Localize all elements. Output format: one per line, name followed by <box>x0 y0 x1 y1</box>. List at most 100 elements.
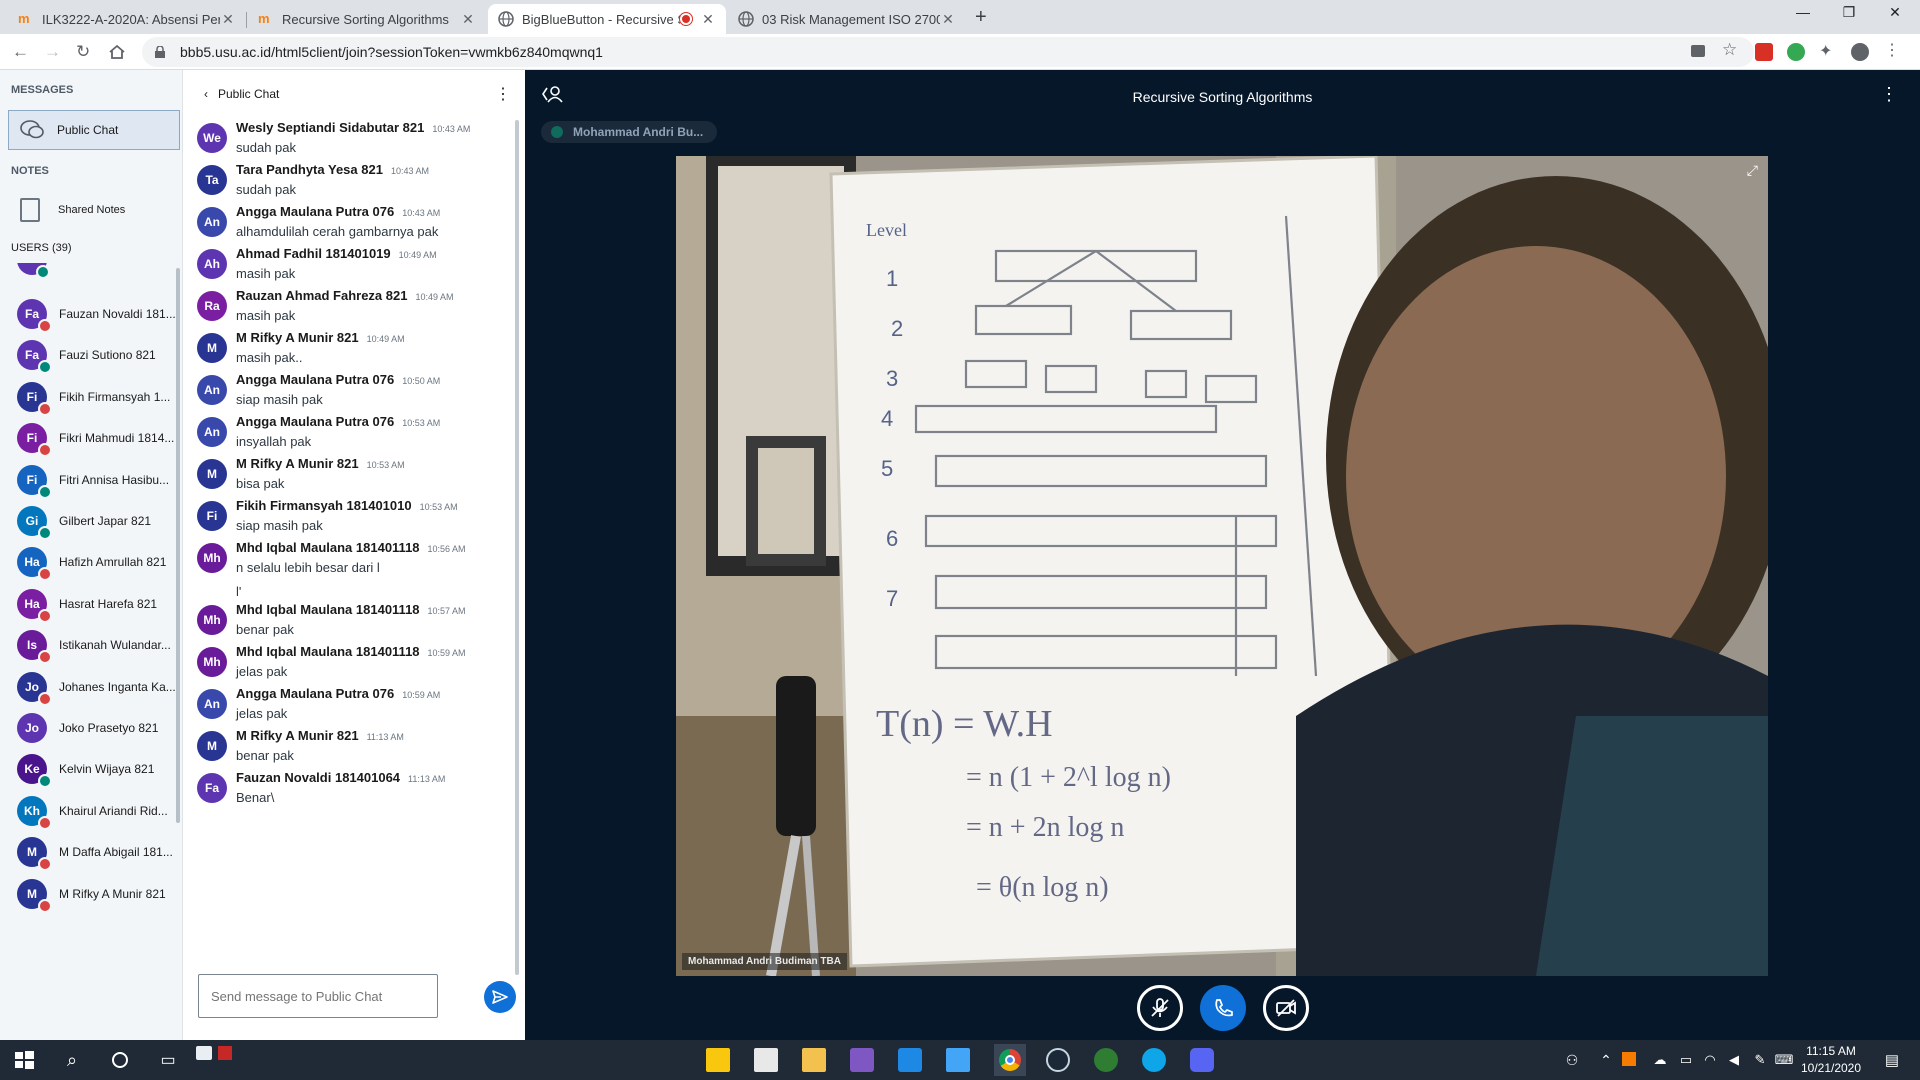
avatar: Fa <box>197 773 227 803</box>
chat-title[interactable]: Public Chat <box>218 87 279 101</box>
public-chat-item[interactable]: Public Chat <box>8 110 180 150</box>
search-icon[interactable]: ⌕ <box>60 1048 84 1072</box>
message-author: Rauzan Ahmad Fahreza 821 <box>236 288 408 303</box>
avatar: Ha <box>17 588 52 623</box>
chevron-left-icon[interactable]: ‹ <box>204 87 208 101</box>
user-list-item[interactable]: M M Daffa Abigail 181... <box>0 831 178 873</box>
pinned-app-icon[interactable] <box>218 1046 232 1060</box>
listen-badge-icon <box>36 265 50 279</box>
browser-tab-1[interactable]: m ILK3222-A-2020A: Absensi Pertem ✕ <box>8 4 246 34</box>
volume-icon[interactable]: ◀ <box>1722 1048 1746 1072</box>
browser-menu-icon[interactable]: ⋮ <box>1883 40 1901 59</box>
chrome-taskbar-active[interactable] <box>994 1044 1026 1076</box>
tray-cloud-icon[interactable]: ☁ <box>1648 1048 1672 1072</box>
visual-studio-icon[interactable] <box>850 1048 874 1072</box>
user-list-item[interactable]: Is Istikanah Wulandar... <box>0 624 178 666</box>
mute-button[interactable] <box>1137 985 1183 1031</box>
system-clock[interactable]: 11:15 AM 10/21/2020 <box>1796 1043 1866 1077</box>
avatar: M <box>197 459 227 489</box>
audio-button[interactable] <box>1200 985 1246 1031</box>
avatar-initials: M <box>207 341 217 355</box>
presenter-tag[interactable]: Mohammad Andri Bu... <box>541 121 717 143</box>
forward-icon[interactable]: → <box>44 42 61 62</box>
tray-app-icon[interactable] <box>1622 1052 1636 1066</box>
reload-icon[interactable]: ↻ <box>76 42 90 62</box>
video-button[interactable] <box>1263 985 1309 1031</box>
webcam-video[interactable]: Level 1 2 3 4 5 6 7 T(n) = W.H = n (1 + … <box>676 156 1768 976</box>
extension-green-icon[interactable] <box>1787 43 1805 61</box>
pinned-app-icon[interactable] <box>196 1046 212 1060</box>
browser-tab-4[interactable]: 03 Risk Management ISO 27001 ✕ <box>728 4 966 34</box>
message-text: sudah pak <box>236 182 296 197</box>
profile-avatar-icon[interactable] <box>1851 43 1869 61</box>
user-list-item[interactable]: Jo Joko Prasetyo 821 <box>0 707 178 749</box>
camera-icon[interactable] <box>1691 45 1705 57</box>
user-list-item[interactable]: Ke Kelvin Wijaya 821 <box>0 748 178 790</box>
tray-chevron-up-icon[interactable]: ⌃ <box>1594 1048 1618 1072</box>
message-time: 10:59 AM <box>427 648 466 658</box>
url-bar[interactable]: bbb5.usu.ac.id/html5client/join?sessionT… <box>142 37 1754 67</box>
avatar: Fa <box>17 340 52 375</box>
new-tab-button[interactable]: + <box>975 6 987 29</box>
user-list-item[interactable]: Gi Gilbert Japar 821 <box>0 500 178 542</box>
edge-icon[interactable] <box>1142 1048 1166 1072</box>
user-list-item[interactable]: Fi Fikih Firmansyah 1... <box>0 376 178 418</box>
keyboard-icon[interactable]: ⌨ <box>1772 1048 1796 1072</box>
wifi-icon[interactable]: ◠ <box>1698 1048 1722 1072</box>
store-icon[interactable] <box>754 1048 778 1072</box>
extensions-puzzle-icon[interactable]: ✦ <box>1819 41 1837 60</box>
minimize-button[interactable]: — <box>1780 4 1826 20</box>
battery-icon[interactable]: ▭ <box>1674 1048 1698 1072</box>
close-tab-icon[interactable]: ✕ <box>220 11 236 28</box>
people-icon[interactable]: ⚇ <box>1560 1048 1584 1072</box>
chat-options-icon[interactable]: ⋮ <box>495 84 511 104</box>
file-explorer-icon[interactable] <box>802 1048 826 1072</box>
windows-start-icon[interactable] <box>12 1048 36 1072</box>
user-list-item[interactable]: M M Rifky A Munir 821 <box>0 873 178 915</box>
sticky-notes-icon[interactable] <box>706 1048 730 1072</box>
mail-icon[interactable] <box>946 1048 970 1072</box>
steam-icon[interactable] <box>1046 1048 1070 1072</box>
user-list-item[interactable]: Jo Johanes Inganta Ka... <box>0 666 178 708</box>
close-window-button[interactable]: ✕ <box>1872 4 1918 21</box>
user-list-item[interactable]: Fi Fikri Mahmudi 1814... <box>0 417 178 459</box>
pinned-app-green-icon[interactable] <box>1094 1048 1118 1072</box>
message-author: M Rifky A Munir 821 <box>236 456 359 471</box>
close-tab-icon[interactable]: ✕ <box>460 11 476 28</box>
svg-text:1: 1 <box>886 266 898 291</box>
tab-separator <box>246 12 247 28</box>
avatar: An <box>197 689 227 719</box>
extension-red-icon[interactable] <box>1755 43 1773 61</box>
user-list-item[interactable]: Kh Khairul Ariandi Rid... <box>0 790 178 832</box>
task-view-icon[interactable]: ▭ <box>156 1048 180 1072</box>
vscode-icon[interactable] <box>898 1048 922 1072</box>
chat-message-input[interactable] <box>198 974 438 1018</box>
bookmark-star-icon[interactable]: ☆ <box>1722 40 1740 59</box>
user-list-item[interactable]: Fi Fitri Annisa Hasibu... <box>0 459 178 501</box>
options-menu-icon[interactable]: ⋮ <box>1880 84 1898 105</box>
browser-tab-2[interactable]: m Recursive Sorting Algorithms ✕ <box>248 4 486 34</box>
user-list-item[interactable]: Fa Fauzi Sutiono 821 <box>0 334 178 376</box>
user-list-item[interactable]: Ha Hasrat Harefa 821 <box>0 583 178 625</box>
shared-notes-item[interactable]: Shared Notes <box>8 190 180 230</box>
tab-title: BigBlueButton - Recursive So <box>522 11 680 27</box>
home-icon[interactable] <box>108 44 126 60</box>
back-icon[interactable]: ← <box>12 42 29 62</box>
meeting-title: Recursive Sorting Algorithms <box>1132 89 1313 105</box>
user-list-item[interactable]: Fa Fauzan Novaldi 181... <box>0 293 178 335</box>
browser-tab-3-active[interactable]: BigBlueButton - Recursive So ✕ <box>488 4 726 34</box>
users-scrollbar[interactable] <box>176 268 180 823</box>
message-time: 10:49 AM <box>366 334 405 344</box>
send-button[interactable] <box>484 981 516 1013</box>
chat-scrollbar[interactable] <box>515 120 519 975</box>
close-tab-icon[interactable]: ✕ <box>700 11 716 28</box>
discord-icon[interactable] <box>1190 1048 1214 1072</box>
fullscreen-icon[interactable]: ⤢ <box>1747 162 1758 179</box>
close-tab-icon[interactable]: ✕ <box>940 11 956 28</box>
notification-icon[interactable]: ▤ <box>1880 1048 1904 1072</box>
windows-taskbar: ⌕ ▭ ⚇ ⌃ ☁ ▭ ◠ ◀ ✎ ⌨ 11:15 AM 10/21/2020 … <box>0 1040 1920 1080</box>
maximize-button[interactable]: ❐ <box>1826 4 1872 21</box>
cortana-icon[interactable] <box>108 1048 132 1072</box>
pen-icon[interactable]: ✎ <box>1748 1048 1772 1072</box>
user-list-item[interactable]: Ha Hafizh Amrullah 821 <box>0 541 178 583</box>
